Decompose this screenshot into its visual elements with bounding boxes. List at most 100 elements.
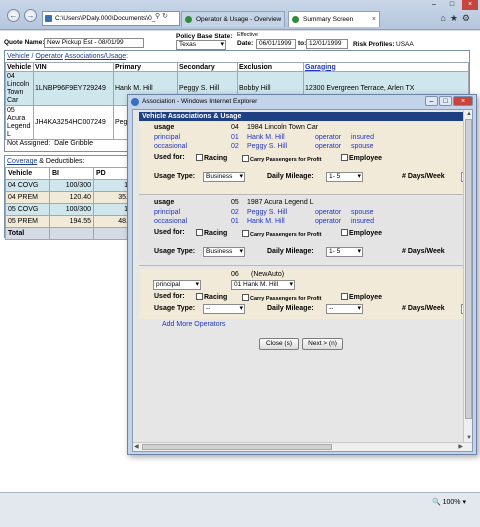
racing-checkbox[interactable]: Racing (196, 229, 227, 237)
tab-label: Summary Screen (303, 16, 354, 23)
used-for-label: Used for: (154, 293, 185, 300)
carry-passengers-checkbox[interactable]: Carry Passengers for Profit (242, 230, 322, 238)
policy-base-state-select[interactable]: Texas (176, 40, 226, 50)
usage-type-select[interactable]: Business (203, 247, 245, 257)
scroll-left-icon[interactable]: ◀ (134, 443, 139, 451)
racing-checkbox[interactable]: Racing (196, 154, 227, 162)
favorites-icon[interactable]: ★ (450, 13, 462, 23)
pd-cell: 1 (93, 179, 131, 192)
daily-mileage-label: Daily Mileage: (267, 305, 314, 312)
operator-number: 02 (231, 209, 239, 216)
dialog-minimize-icon[interactable]: – (425, 96, 438, 106)
vehicle-cell: 05 COVG (5, 203, 50, 216)
search-icon[interactable]: ⚲ (155, 13, 160, 20)
tab-favicon-icon (292, 16, 299, 23)
vertical-scrollbar[interactable]: ▲ ▼ (463, 110, 472, 442)
refresh-icon[interactable]: ↻ (162, 13, 168, 20)
operator-name: Hank M. Hill (247, 134, 285, 141)
usage-label: usage (154, 199, 175, 206)
carry-passengers-checkbox[interactable]: Carry Passengers for Profit (242, 155, 322, 163)
daily-mileage-select[interactable]: -- (326, 304, 363, 314)
dialog-maximize-icon[interactable]: □ (439, 96, 452, 106)
maximize-icon[interactable]: □ (444, 0, 460, 10)
employee-checkbox[interactable]: Employee (341, 229, 382, 237)
used-for-label: Used for: (154, 229, 185, 236)
operator-relation: insured (351, 134, 374, 141)
vehicle-cell: 05 PREM (5, 215, 50, 228)
table-row: 04 COVG 100/300 1 (5, 179, 131, 192)
operator-link[interactable]: Operator (35, 53, 63, 60)
pd-cell (93, 227, 131, 240)
operator-role-select[interactable]: principal (153, 280, 201, 290)
daily-mileage-select[interactable]: 1- 5 (326, 172, 363, 182)
usage-type-label: Usage Type: (154, 305, 196, 312)
page-icon (45, 15, 52, 22)
not-assigned-row: Not Assigned: Dale Gribble (7, 140, 93, 147)
quote-name-label: Quote Name: (4, 39, 45, 46)
vehicle-cell: 04 Lincoln Town Car (5, 71, 34, 106)
col-header: VIN (33, 62, 114, 72)
garaging-header-link[interactable]: Garaging (303, 62, 469, 72)
home-icon[interactable]: ⌂ (440, 13, 449, 23)
vehicle-cell: 05 Acura Legend L (5, 105, 34, 140)
daily-mileage-select[interactable]: 1- 5 (326, 247, 363, 257)
toolbar-icons: ⌂★⚙ (440, 13, 474, 24)
col-header: Exclusion (237, 62, 304, 72)
table-row: 05 PREM 194.55 48. (5, 215, 131, 228)
carry-passengers-checkbox[interactable]: Carry Passengers for Profit (242, 294, 322, 302)
forward-icon[interactable]: → (24, 9, 37, 22)
dialog-title-bar[interactable]: Association - Windows Internet Explorer (128, 95, 476, 108)
usage-type-select[interactable]: -- (203, 304, 245, 314)
usage-type-select[interactable]: Business (203, 172, 245, 182)
scroll-right-icon[interactable]: ▶ (458, 443, 463, 451)
operator-role: principal (154, 209, 181, 216)
col-header: Vehicle (5, 62, 34, 72)
bi-cell: 100/300 (49, 179, 94, 192)
horizontal-scrollbar[interactable]: ◀ ▶ (133, 442, 472, 451)
vertical-scroll-thumb[interactable] (465, 119, 472, 419)
vehicle-cell: 04 PREM (5, 191, 50, 204)
pd-cell: 35. (93, 191, 131, 204)
date-to-input[interactable]: 12/01/1999 (306, 39, 348, 49)
scroll-down-icon[interactable]: ▼ (466, 434, 472, 442)
not-assigned-value: Dale Gribble (54, 140, 94, 147)
operator-relation: insured (351, 218, 374, 225)
zoom-level[interactable]: 🔍 100% ▾ (432, 498, 466, 506)
minimize-icon[interactable]: – (426, 0, 442, 10)
operator-role: occasional (154, 143, 188, 150)
col-header: BI (49, 167, 94, 180)
employee-checkbox[interactable]: Employee (341, 154, 382, 162)
associations-usage-link[interactable]: Associations/Usage (65, 53, 126, 60)
close-tab-icon[interactable]: × (372, 12, 376, 27)
quote-name-input[interactable]: New Pickup Est - 08/01/99 (44, 38, 144, 48)
table-row: 04 PREM 120.40 35. (5, 191, 131, 204)
close-button[interactable]: Close (s) (259, 338, 299, 350)
tab-summary-screen[interactable]: Summary Screen × (288, 11, 380, 27)
add-more-operators-link[interactable]: Add More Operators (162, 321, 225, 328)
coverage-link[interactable]: Coverage (7, 158, 37, 165)
scroll-up-icon[interactable]: ▲ (466, 110, 472, 118)
title-rest: & Deductibles: (37, 158, 85, 165)
employee-checkbox[interactable]: Employee (341, 293, 382, 301)
horizontal-scroll-thumb[interactable] (142, 444, 332, 450)
carry-label: Carry Passengers for Profit (250, 157, 322, 163)
tab-operator-usage[interactable]: Operator & Usage - Overview (181, 11, 285, 27)
operator-name: Peggy S. Hill (247, 209, 288, 216)
title-colon: : (126, 53, 129, 60)
vehicle-usage-block-05: usage 05 1987 Acura Legend L principal 0… (139, 197, 469, 261)
close-icon[interactable]: × (462, 0, 478, 10)
vehicle-usage-block-06: 06 (NewAuto) principal 01 Hank M. Hill U… (139, 269, 471, 319)
gear-icon[interactable]: ⚙ (462, 13, 474, 23)
operator-type: operator (315, 134, 342, 141)
operator-select[interactable]: 01 Hank M. Hill (231, 280, 295, 290)
date-from-input[interactable]: 06/01/1999 (256, 39, 296, 49)
next-button[interactable]: Next > (n) (302, 338, 343, 350)
vehicle-link[interactable]: Vehicle (7, 53, 30, 60)
effective-label: Effective (237, 32, 258, 38)
back-icon[interactable]: ← (7, 9, 20, 22)
col-header: Vehicle (5, 167, 50, 180)
bi-cell (49, 227, 94, 240)
dialog-close-icon[interactable]: × (453, 96, 473, 106)
employee-label: Employee (349, 230, 383, 237)
racing-checkbox[interactable]: Racing (196, 293, 227, 301)
